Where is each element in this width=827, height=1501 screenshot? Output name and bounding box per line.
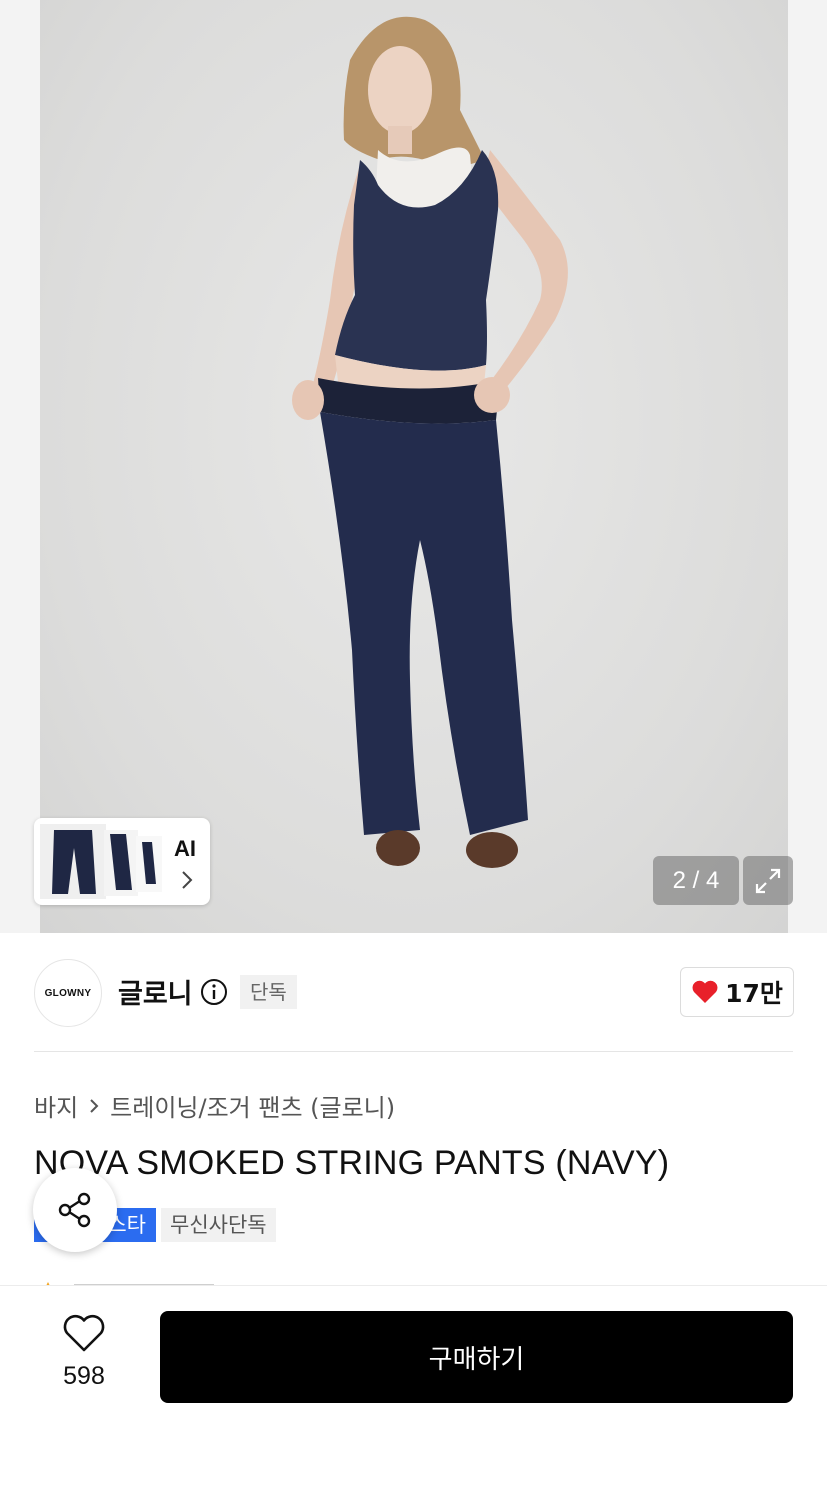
brand-like-button[interactable]: 17만 — [680, 967, 794, 1017]
image-page-counter: 2 / 4 — [653, 856, 739, 905]
ai-label: AI — [174, 836, 196, 861]
ai-similar-items-card[interactable]: AI — [34, 818, 210, 905]
similar-items-thumbnails — [40, 824, 162, 899]
product-title: NOVA SMOKED STRING PANTS (NAVY) — [34, 1144, 670, 1182]
heart-filled-icon — [692, 980, 718, 1003]
brand-logo-text: GLOWNY — [44, 987, 92, 999]
wishlist-count: 598 — [63, 1362, 105, 1390]
expand-image-button[interactable] — [743, 856, 793, 905]
share-button[interactable] — [33, 1168, 117, 1252]
breadcrumb-item-category[interactable]: 바지 — [34, 1088, 78, 1123]
musinsa-exclusive-badge: 무신사단독 — [161, 1208, 276, 1242]
exclusive-badge: 단독 — [240, 975, 297, 1009]
share-icon — [58, 1192, 91, 1228]
expand-icon — [755, 868, 781, 893]
buy-button[interactable]: 구매하기 — [160, 1311, 793, 1403]
section-divider — [34, 1051, 793, 1052]
brand-like-count: 17만 — [725, 979, 783, 1008]
brand-logo[interactable]: GLOWNY — [34, 959, 102, 1027]
info-icon[interactable] — [200, 978, 228, 1006]
brand-name[interactable]: 글로니 — [118, 972, 193, 1011]
review-summary-peek — [34, 1275, 234, 1285]
breadcrumb: 바지 트레이닝/조거 팬츠 (글로니) — [34, 1088, 395, 1123]
chevron-right-icon — [182, 871, 193, 889]
heart-icon — [63, 1314, 105, 1352]
model-illustration — [292, 16, 568, 868]
product-image-gallery[interactable]: AI 2 / 4 — [0, 0, 827, 933]
chevron-right-icon — [90, 1098, 99, 1113]
breadcrumb-item-subcategory[interactable]: 트레이닝/조거 팬츠 (글로니) — [110, 1088, 395, 1123]
